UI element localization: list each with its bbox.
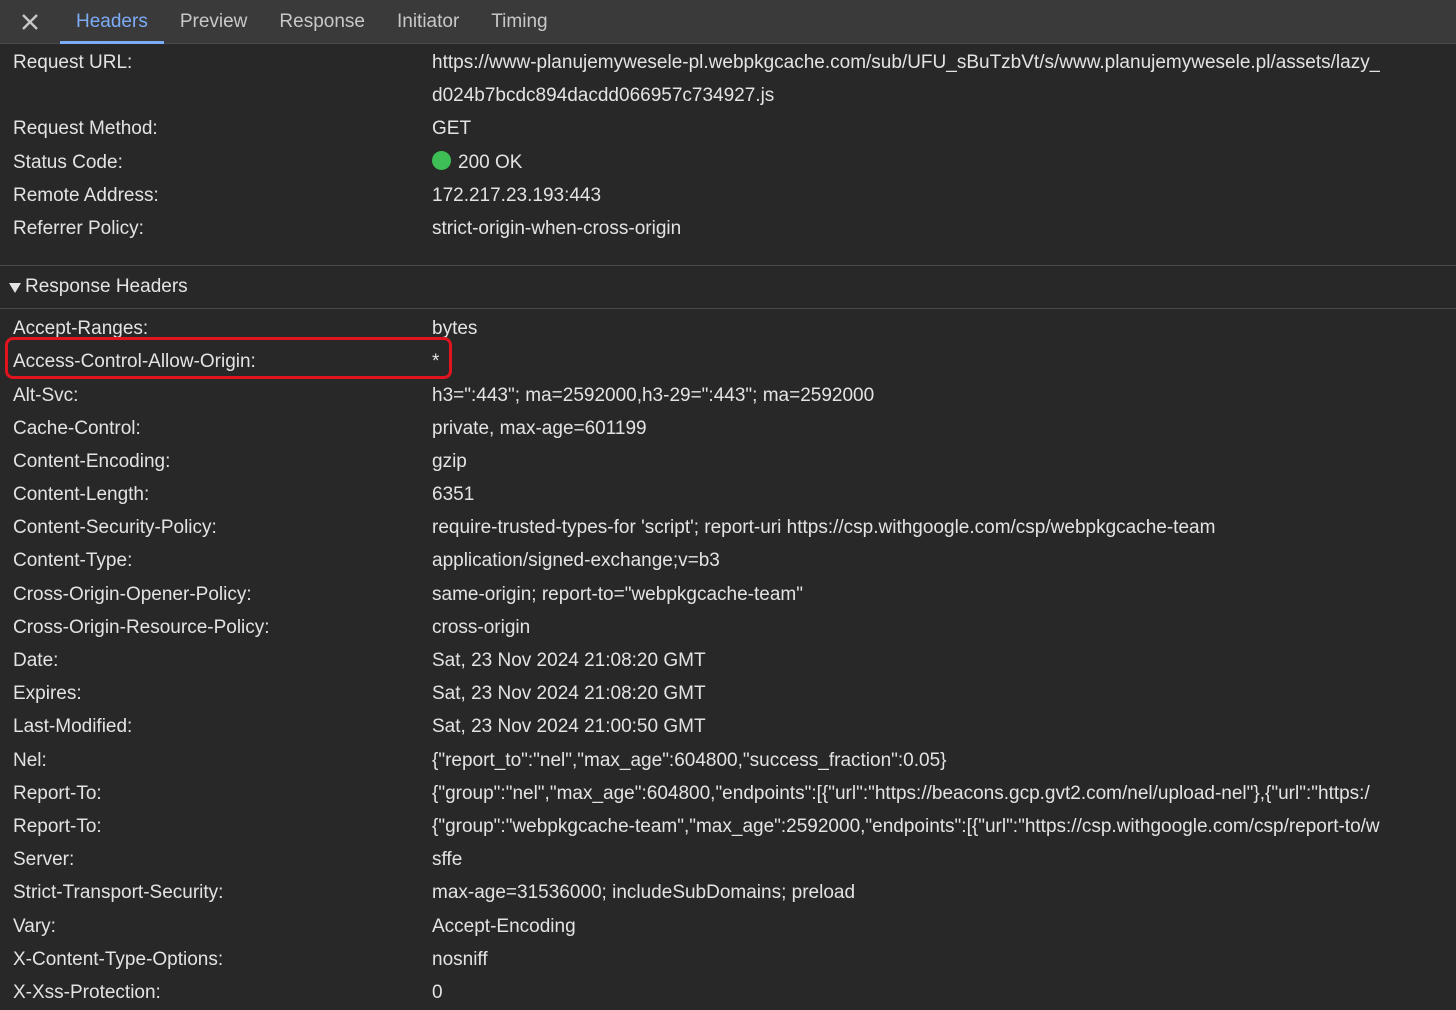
header-name: Status Code: (13, 151, 123, 173)
header-value[interactable]: https://www-planujemywesele-pl.webpkgcac… (432, 46, 1380, 79)
response-header-row: X-Content-Type-Options: nosniff (0, 943, 1456, 976)
response-header-row: Cross-Origin-Resource-Policy: cross-origi… (0, 611, 1456, 644)
response-header-row: Expires: Sat, 23 Nov 2024 21:08:20 GMT (0, 677, 1456, 710)
response-header-row: Date: Sat, 23 Nov 2024 21:08:20 GMT (0, 644, 1456, 677)
response-header-row: Access-Control-Allow-Origin: * (0, 345, 1456, 378)
header-value[interactable]: same-origin; report-to="webpkgcache-team… (432, 578, 803, 611)
header-value[interactable]: d024b7bcdc894dacdd066957c734927.js (432, 79, 774, 112)
general-row-status-code: Status Code: 200 OK (0, 146, 1456, 179)
header-value[interactable]: max-age=31536000; includeSubDomains; pre… (432, 876, 855, 909)
header-name: Cross-Origin-Resource-Policy: (13, 616, 270, 638)
header-value[interactable]: 6351 (432, 478, 474, 511)
response-headers-toggle[interactable]: Response Headers (0, 266, 1456, 308)
close-icon (22, 13, 38, 30)
general-row-remote-address: Remote Address: 172.217.23.193:443 (0, 179, 1456, 212)
header-value[interactable]: bytes (432, 312, 477, 345)
response-header-row: Report-To: {"group":"nel","max_age":60480… (0, 777, 1456, 810)
header-value[interactable]: strict-origin-when-cross-origin (432, 212, 681, 245)
response-header-row: Content-Length: 6351 (0, 478, 1456, 511)
status-ok-icon (432, 151, 451, 171)
response-header-row: Nel: {"report_to":"nel","max_age":604800,… (0, 744, 1456, 777)
header-value[interactable]: Sat, 23 Nov 2024 21:08:20 GMT (432, 677, 706, 710)
header-name: Nel: (13, 749, 47, 771)
header-value[interactable]: h3=":443"; ma=2592000,h3-29=":443"; ma=2… (432, 379, 874, 412)
header-value[interactable]: {"report_to":"nel","max_age":604800,"suc… (432, 744, 947, 777)
header-value[interactable]: application/signed-exchange;v=b3 (432, 544, 720, 577)
header-value[interactable]: Accept-Encoding (432, 910, 576, 943)
response-header-row: Strict-Transport-Security: max-age=315360… (0, 876, 1456, 909)
response-header-row: Content-Type: application/signed-exchange… (0, 544, 1456, 577)
header-name: Content-Encoding: (13, 450, 171, 472)
response-header-row: Vary: Accept-Encoding (0, 910, 1456, 943)
response-header-row: Last-Modified: Sat, 23 Nov 2024 21:00:50 … (0, 710, 1456, 743)
devtools-tabbar: Headers Preview Response Initiator Timin… (0, 0, 1456, 44)
header-value[interactable]: {"group":"webpkgcache-team","max_age":25… (432, 810, 1380, 843)
header-name: Report-To: (13, 782, 102, 804)
response-header-row: Cross-Origin-Opener-Policy: same-origin; … (0, 578, 1456, 611)
header-value[interactable]: require-trusted-types-for 'script'; repo… (432, 511, 1215, 544)
tab-initiator[interactable]: Initiator (381, 0, 475, 43)
response-header-row: Report-To: {"group":"webpkgcache-team","m… (0, 810, 1456, 843)
header-name: Request URL: (13, 52, 133, 73)
header-name: Cache-Control: (13, 417, 141, 439)
tab-response[interactable]: Response (263, 0, 381, 43)
header-name: X-Content-Type-Options: (13, 948, 224, 970)
tab-headers[interactable]: Headers (60, 0, 164, 44)
header-value[interactable]: cross-origin (432, 611, 530, 644)
header-name: Content-Security-Policy: (13, 517, 217, 539)
response-header-row: Cache-Control: private, max-age=601199 (0, 412, 1456, 445)
close-button[interactable] (0, 0, 60, 43)
header-name: Strict-Transport-Security: (13, 882, 224, 904)
tab-preview[interactable]: Preview (164, 0, 264, 43)
status-text[interactable]: 200 OK (458, 152, 522, 173)
header-value[interactable]: {"group":"nel","max_age":604800,"endpoin… (432, 777, 1370, 810)
headers-panel: Request URL: https://www-planujemywesele… (0, 44, 1456, 1010)
general-row-request-method: Request Method: GET (0, 112, 1456, 145)
header-name: Date: (13, 650, 59, 671)
header-name: Request Method: (13, 118, 158, 140)
response-header-row: Content-Security-Policy: require-trusted-… (0, 511, 1456, 544)
response-header-row: Content-Encoding: gzip (0, 445, 1456, 478)
section-title: Response Headers (25, 276, 188, 298)
response-header-row: Alt-Svc: h3=":443"; ma=2592000,h3-29=":44… (0, 379, 1456, 412)
general-row-referrer-policy: Referrer Policy: strict-origin-when-cros… (0, 212, 1456, 245)
header-name: Content-Type: (13, 550, 133, 572)
header-name: Vary: (13, 915, 56, 937)
header-value[interactable]: nosniff (432, 943, 488, 976)
header-value: 200 OK (432, 146, 522, 179)
header-value[interactable]: GET (432, 112, 471, 145)
header-name: Report-To: (13, 815, 102, 837)
header-value[interactable]: 0 (432, 976, 443, 1009)
header-name: Alt-Svc: (13, 384, 79, 406)
header-value[interactable]: 172.217.23.193:443 (432, 179, 601, 212)
header-name: X-Xss-Protection: (13, 981, 161, 1003)
header-name: Accept-Ranges: (13, 318, 149, 340)
header-value[interactable]: * (432, 345, 439, 378)
triangle-down-icon (9, 282, 21, 293)
header-name: Server: (13, 849, 75, 871)
header-name: Content-Length: (13, 484, 150, 506)
header-name: Referrer Policy: (13, 217, 144, 239)
general-row-request-url: Request URL: https://www-planujemywesele… (0, 46, 1456, 79)
header-value[interactable]: sffe (432, 843, 462, 876)
general-row-request-url-cont: d024b7bcdc894dacdd066957c734927.js (0, 79, 1456, 112)
tab-timing[interactable]: Timing (475, 0, 563, 43)
header-value[interactable]: gzip (432, 445, 467, 478)
header-name: Expires: (13, 683, 82, 705)
response-header-row: Accept-Ranges: bytes (0, 312, 1456, 345)
response-header-row: Server: sffe (0, 843, 1456, 876)
response-headers-list: Accept-Ranges: bytes Access-Control-Allow-… (0, 309, 1456, 1009)
response-header-row: X-Xss-Protection: 0 (0, 976, 1456, 1009)
general-section: Request URL: https://www-planujemywesele… (0, 44, 1456, 245)
header-value[interactable]: Sat, 23 Nov 2024 21:08:20 GMT (432, 644, 706, 677)
header-value[interactable]: Sat, 23 Nov 2024 21:00:50 GMT (432, 710, 706, 743)
header-name: Cross-Origin-Opener-Policy: (13, 583, 252, 605)
header-name: Remote Address: (13, 184, 159, 206)
header-name: Access-Control-Allow-Origin: (13, 351, 256, 373)
header-value[interactable]: private, max-age=601199 (432, 412, 647, 445)
header-name: Last-Modified: (13, 716, 133, 738)
